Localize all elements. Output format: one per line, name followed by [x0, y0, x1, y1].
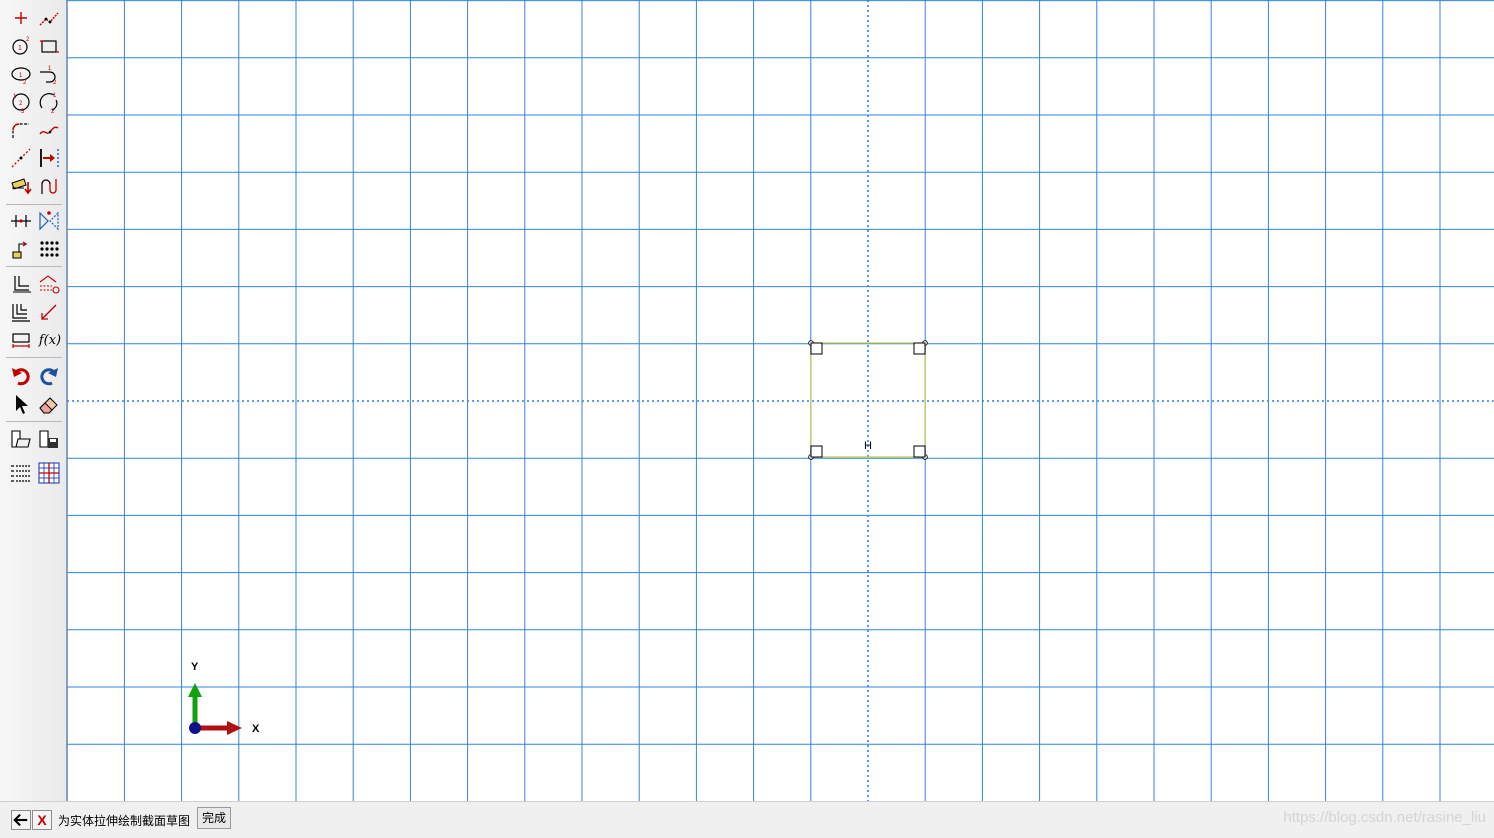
- x-axis-label: X: [252, 723, 260, 735]
- split-icon[interactable]: [8, 208, 34, 234]
- add-dimension-icon[interactable]: [8, 173, 34, 199]
- y-axis-label: Y: [191, 661, 199, 673]
- svg-text:1: 1: [19, 73, 23, 79]
- x-axis-arrowhead: [227, 721, 242, 735]
- svg-text:2: 2: [51, 109, 55, 114]
- svg-text:1: 1: [18, 45, 22, 52]
- back-button[interactable]: [11, 810, 31, 830]
- parameter-manager-icon[interactable]: [8, 460, 34, 486]
- offset-icon[interactable]: [8, 271, 34, 297]
- mirror-icon[interactable]: [36, 208, 62, 234]
- perpendicular-constraint-icon[interactable]: [810, 445, 823, 458]
- prompt-text: 为实体拉伸绘制截面草图: [58, 814, 191, 828]
- toolbox-separator: [6, 421, 62, 422]
- create-construction-line-icon[interactable]: [8, 145, 34, 171]
- axis-triad: Y X: [188, 661, 260, 735]
- perpendicular-constraint-icon[interactable]: [913, 445, 926, 458]
- horizontal-constraint-label[interactable]: H: [864, 440, 872, 452]
- add-constraint-icon[interactable]: [36, 145, 62, 171]
- svg-text:2: 2: [19, 101, 23, 107]
- back-arrow-icon: [13, 813, 28, 827]
- grid-settings-icon[interactable]: [36, 460, 62, 486]
- edit-parameter-icon[interactable]: [36, 299, 62, 325]
- toolbox-separator: [6, 266, 62, 267]
- save-sketch-icon[interactable]: [36, 426, 62, 452]
- sketch-canvas[interactable]: H Y X: [67, 0, 1494, 801]
- done-button[interactable]: 完成: [197, 807, 232, 829]
- redo-icon[interactable]: [36, 363, 62, 389]
- function-icon[interactable]: f(x): [36, 327, 64, 353]
- create-arc-tangent-icon[interactable]: 12: [36, 61, 62, 87]
- sketch-grid: [67, 0, 1494, 801]
- sketch-toolbox: 12 12 12 123 12 f(x): [0, 0, 67, 801]
- toolbox-separator: [6, 357, 62, 358]
- create-spline-icon[interactable]: [36, 117, 62, 143]
- perpendicular-constraint-icon[interactable]: [913, 342, 926, 355]
- create-circle-3points-icon[interactable]: 123: [8, 89, 34, 115]
- pattern-icon[interactable]: [36, 237, 62, 263]
- create-lines-connected-icon[interactable]: [36, 5, 62, 31]
- copy-icon[interactable]: [8, 299, 34, 325]
- cancel-button[interactable]: X: [32, 810, 52, 830]
- y-axis-arrowhead: [188, 683, 202, 697]
- select-arrow-icon[interactable]: [8, 391, 34, 417]
- move-icon[interactable]: [8, 237, 34, 263]
- sketch-options-icon[interactable]: [8, 327, 34, 353]
- edit-dimension-icon[interactable]: [36, 173, 62, 199]
- eraser-icon[interactable]: [36, 391, 62, 417]
- svg-text:2: 2: [26, 37, 30, 43]
- create-arc-3points-icon[interactable]: 12: [36, 89, 62, 115]
- create-lines-rectangle-icon[interactable]: [36, 33, 62, 59]
- sketch-viewport[interactable]: H Y X: [67, 0, 1494, 801]
- auto-trim-icon[interactable]: [36, 271, 62, 297]
- perpendicular-constraint-icon[interactable]: [810, 342, 823, 355]
- triad-origin: [189, 722, 201, 734]
- svg-text:2: 2: [23, 80, 27, 86]
- create-isolated-point-icon[interactable]: [8, 5, 34, 31]
- watermark: https://blog.csdn.net/rasine_liu: [1283, 809, 1486, 826]
- function-label: f(x): [38, 332, 62, 348]
- retrieve-sketch-icon[interactable]: [8, 426, 34, 452]
- svg-text:1: 1: [53, 93, 57, 99]
- create-ellipse-icon[interactable]: 12: [8, 61, 34, 87]
- svg-text:1: 1: [48, 66, 52, 72]
- create-circle-center-perimeter-icon[interactable]: 12: [8, 33, 34, 59]
- toolbox-separator: [6, 204, 62, 205]
- create-fillet-icon[interactable]: [8, 117, 34, 143]
- svg-text:2: 2: [53, 80, 57, 86]
- undo-icon[interactable]: [8, 363, 34, 389]
